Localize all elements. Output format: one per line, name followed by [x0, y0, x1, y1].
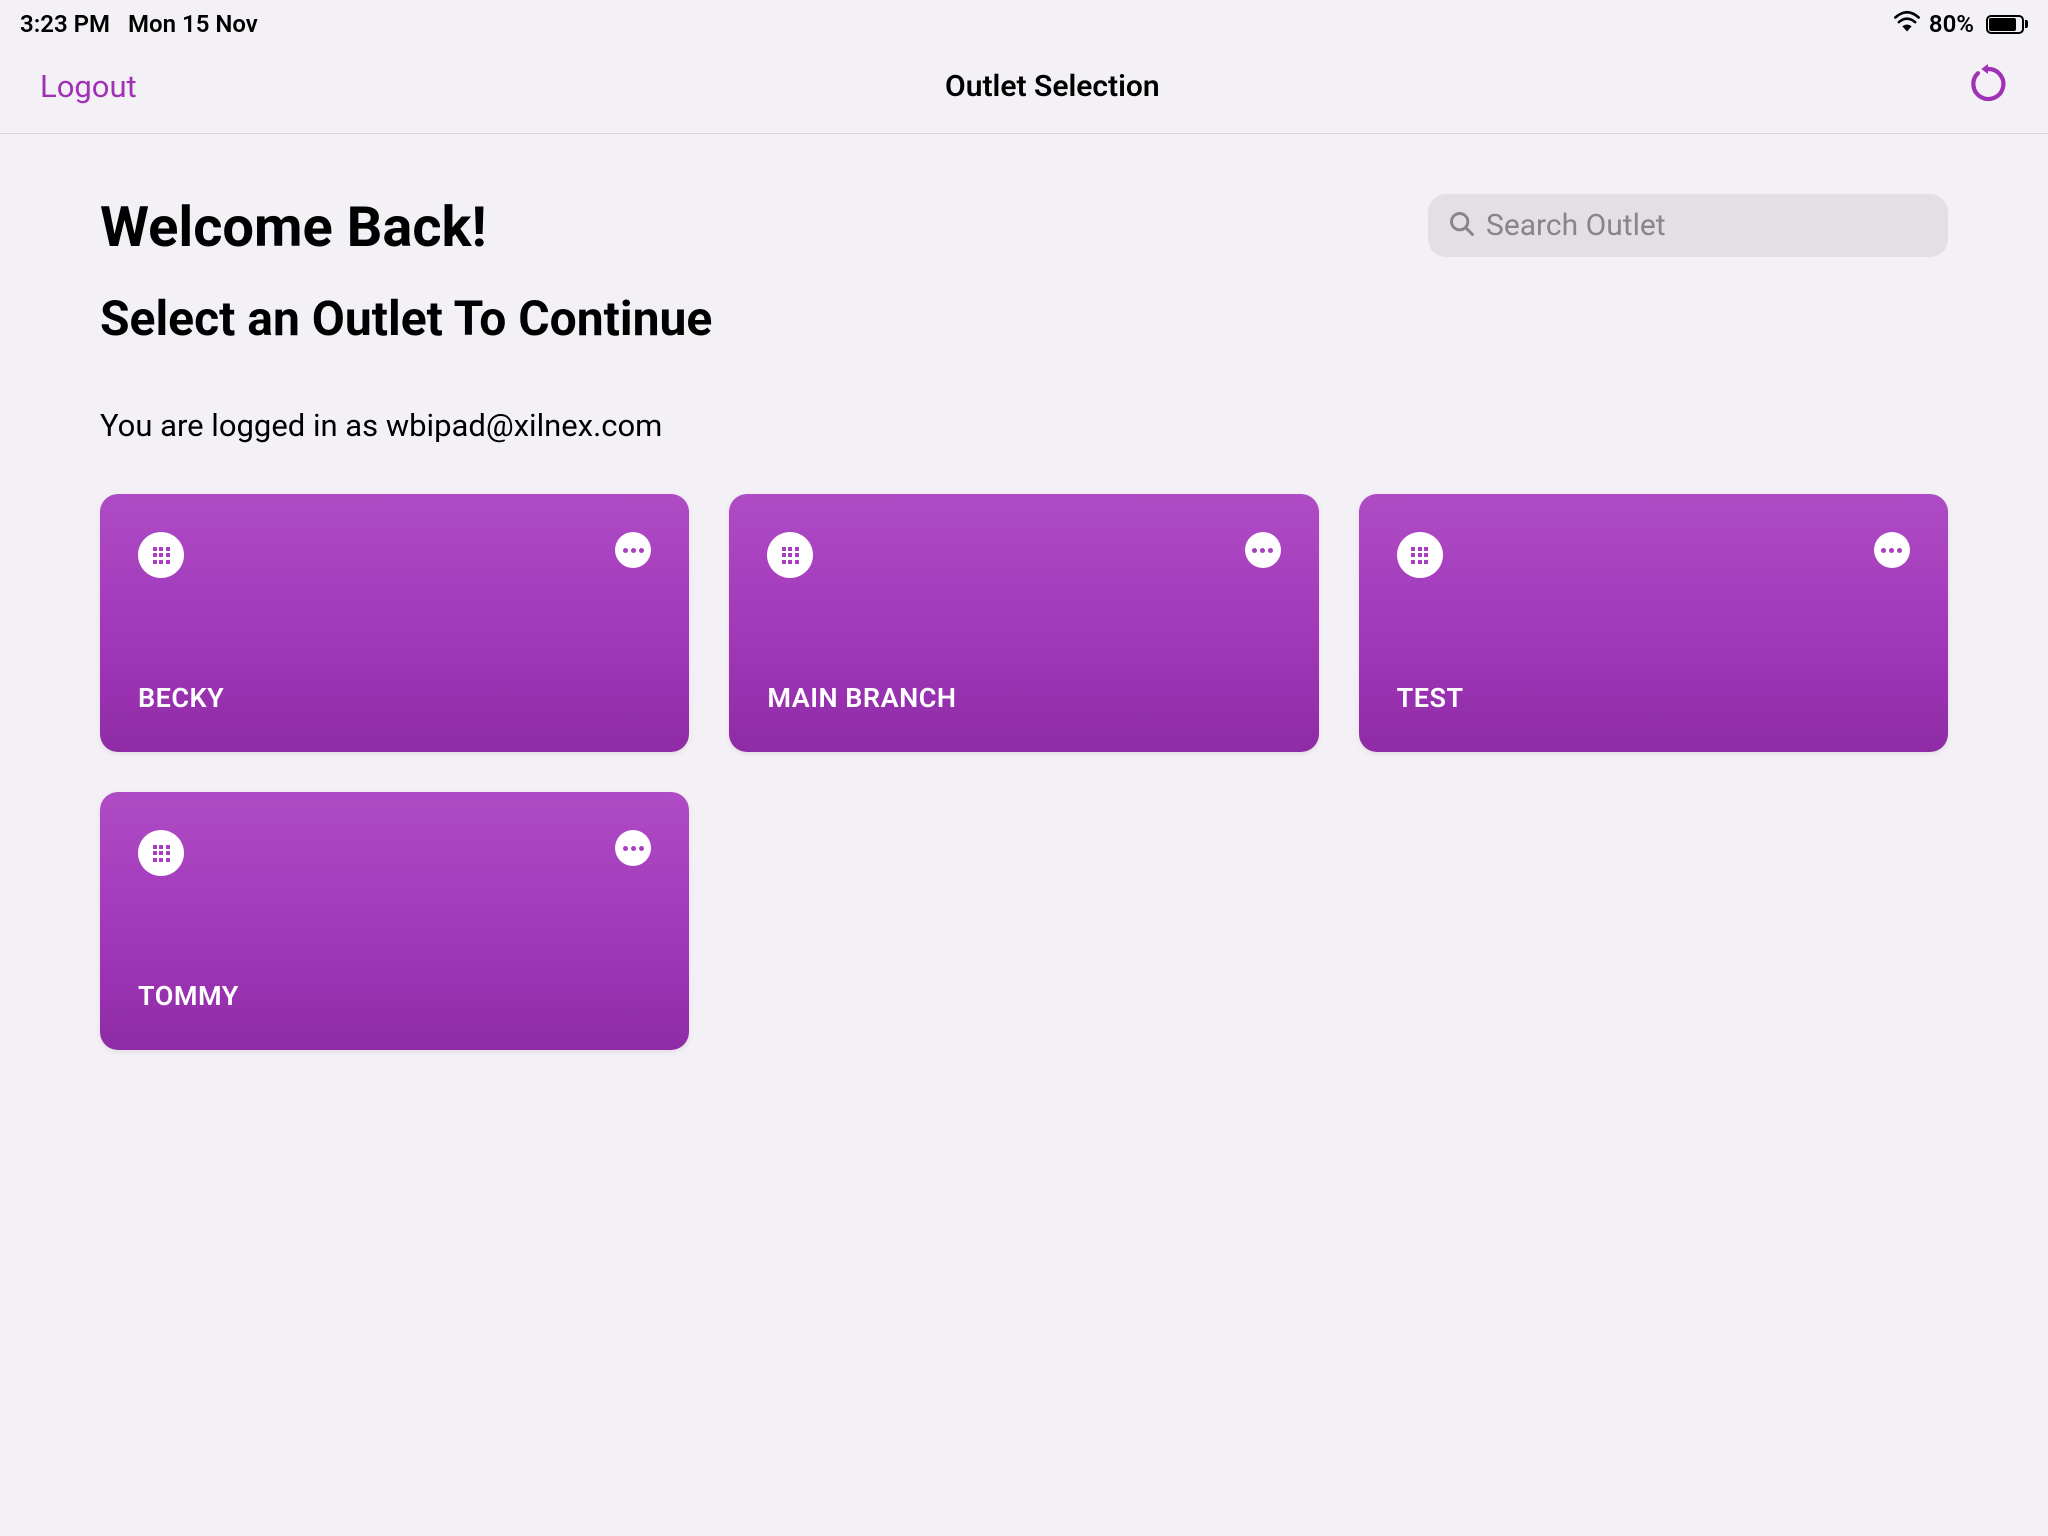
search-box[interactable]: [1428, 194, 1948, 257]
outlet-name: TOMMY: [138, 980, 651, 1012]
outlet-card-tommy[interactable]: TOMMY: [100, 792, 689, 1050]
main-content: Welcome Back! Select an Outlet To Contin…: [0, 134, 2048, 1110]
search-icon: [1448, 210, 1476, 242]
status-bar: 3:23 PM Mon 15 Nov 80%: [0, 0, 2048, 44]
status-date: Mon 15 Nov: [128, 10, 258, 38]
status-time: 3:23 PM: [20, 10, 110, 38]
status-right: 80%: [1893, 10, 2028, 38]
status-battery-percent: 80%: [1929, 10, 1974, 38]
more-icon[interactable]: [615, 532, 651, 568]
outlet-card-test[interactable]: TEST: [1359, 494, 1948, 752]
building-icon: [138, 532, 184, 578]
nav-bar: Logout Outlet Selection: [0, 44, 2048, 134]
outlet-name: TEST: [1397, 682, 1910, 714]
building-icon: [767, 532, 813, 578]
outlet-card-becky[interactable]: BECKY: [100, 494, 689, 752]
more-icon[interactable]: [615, 830, 651, 866]
outlet-name: BECKY: [138, 682, 651, 714]
building-icon: [1397, 532, 1443, 578]
building-icon: [138, 830, 184, 876]
page-title: Outlet Selection: [945, 69, 1160, 104]
logout-button[interactable]: Logout: [40, 68, 137, 105]
search-input[interactable]: [1486, 208, 1928, 243]
header-row: Welcome Back!: [100, 194, 1948, 290]
outlet-card-main-branch[interactable]: MAIN BRANCH: [729, 494, 1318, 752]
outlet-grid: BECKY MAIN BRANCH: [100, 494, 1948, 1050]
wifi-icon: [1893, 10, 1921, 38]
outlet-name: MAIN BRANCH: [767, 682, 1280, 714]
refresh-button[interactable]: [1968, 64, 2008, 108]
more-icon[interactable]: [1245, 532, 1281, 568]
battery-icon: [1982, 15, 2028, 34]
logged-in-text: You are logged in as wbipad@xilnex.com: [100, 407, 1948, 444]
subtitle-heading: Select an Outlet To Continue: [100, 290, 1948, 347]
status-left: 3:23 PM Mon 15 Nov: [20, 10, 258, 38]
welcome-heading: Welcome Back!: [100, 194, 487, 260]
more-icon[interactable]: [1874, 532, 1910, 568]
